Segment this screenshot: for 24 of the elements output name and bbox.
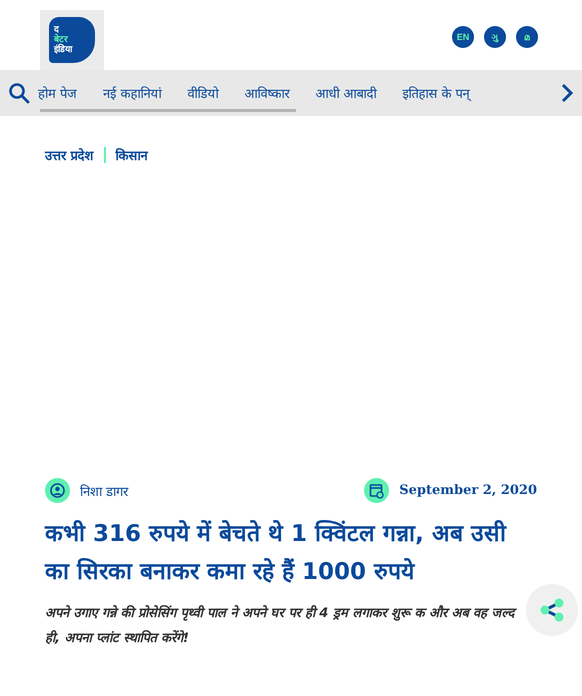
- category-link[interactable]: किसान: [116, 146, 148, 164]
- logo[interactable]: द बेटर इंडिया: [49, 17, 95, 63]
- calendar-icon: [364, 478, 390, 503]
- nav-link[interactable]: नई कहानियां: [103, 84, 162, 102]
- language-button[interactable]: ગુ: [484, 26, 506, 48]
- nav-link[interactable]: इतिहास के पन्: [402, 84, 470, 102]
- nav-link[interactable]: होम पेज: [38, 84, 78, 102]
- nav-link[interactable]: आविष्कार: [244, 84, 290, 102]
- logo-text: बेटर: [54, 35, 68, 45]
- search-icon[interactable]: [8, 82, 30, 104]
- article-summary: अपने उगाए गन्ने की प्रोसेसिंग पृथ्वी पाल ने अपने घर पर ही 4 ड्रम लगाकर शुरू क और अब वह जल्द ही, अपना प्लांट स्थापित करेंगे!: [45, 604, 515, 648]
- logo-text: इंडिया: [54, 45, 74, 55]
- chevron-right-icon[interactable]: [560, 82, 574, 104]
- user-icon: [45, 478, 70, 503]
- nav-link[interactable]: वीडियो: [187, 84, 218, 102]
- category-link[interactable]: उत्तर प्रदेश: [45, 146, 94, 164]
- share-icon: [539, 598, 565, 622]
- author-name: निशा डागर: [80, 483, 128, 500]
- language-button[interactable]: EN: [452, 26, 474, 48]
- article-title: कभी 316 रुपये में बेचते थे 1 क्विंटल गन्ना, अब उसी का सिरका बनाकर कमा रहे हैं 1000 रुपये: [45, 519, 508, 587]
- language-button[interactable]: മ: [516, 26, 538, 48]
- post-date: September 2, 2020: [399, 483, 537, 498]
- logo-text: द: [54, 25, 59, 35]
- nav-link[interactable]: आधी आबादी: [315, 84, 376, 102]
